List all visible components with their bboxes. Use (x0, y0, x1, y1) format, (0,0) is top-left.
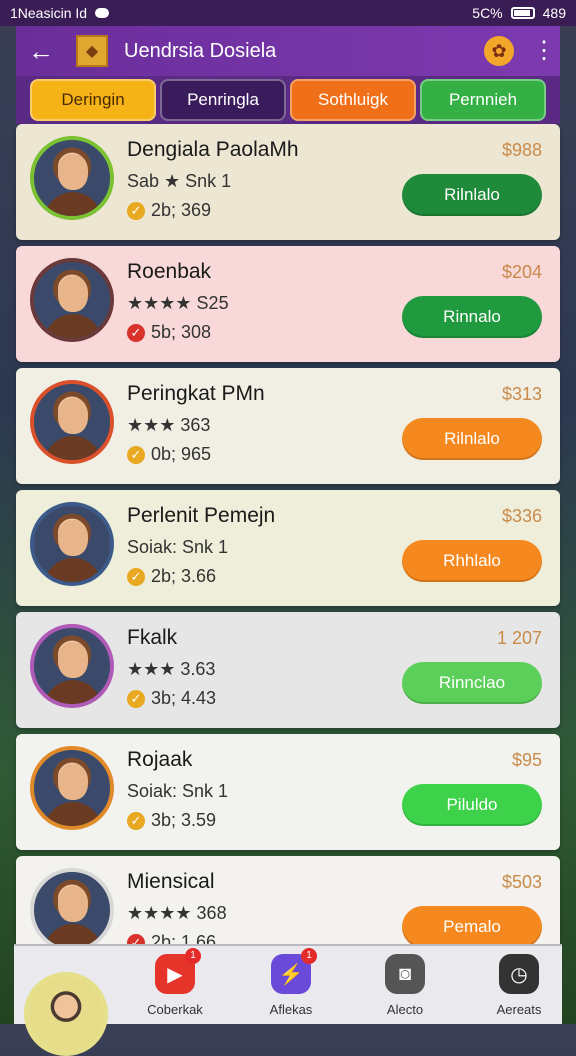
player-action-button[interactable]: Rinnclao (402, 662, 542, 704)
check-icon: ✓ (127, 446, 145, 465)
player-name: Roenbak (127, 260, 212, 283)
status-time: 489 (542, 5, 566, 21)
app-logo-icon: ◆ (76, 35, 108, 67)
nav-label: Aflekas (269, 1002, 313, 1017)
player-card[interactable]: Roenbak ★★★★ S25 ✓ 5b; 308 $204 Rinnalo (16, 246, 560, 362)
player-avatar (30, 746, 114, 830)
player-card[interactable]: Fkalk ★★★ 3.63 ✓ 3b; 4.43 1 207 Rinnclao (16, 612, 560, 728)
player-name: Miensical (127, 870, 215, 893)
player-rating: ★★★ 3.63 (127, 659, 216, 679)
player-avatar (30, 136, 114, 220)
more-vertical-icon[interactable]: ⋮ (532, 39, 556, 63)
player-name: Peringkat PMn (127, 382, 265, 405)
player-stat: ✓ 0b; 965 (127, 444, 211, 465)
player-stat-value: 0b; 965 (151, 444, 212, 464)
player-card[interactable]: Peringkat PMn ★★★ 363 ✓ 0b; 965 $313 Riln… (16, 368, 560, 484)
player-name: Fkalk (127, 626, 178, 649)
player-rating: Soiak: Snk 1 (127, 781, 229, 801)
nav-item-1[interactable]: ⚡ 1 Aflekas (248, 948, 334, 1017)
play-icon: ▶ 1 (155, 948, 201, 994)
nav-item-3[interactable]: ◷ Aereats (476, 954, 562, 1017)
profile-avatar[interactable] (24, 972, 108, 1056)
player-price: 1 207 (496, 628, 542, 648)
player-stat-value: 3b; 3.59 (151, 810, 217, 830)
nav-badge: 1 (185, 948, 201, 964)
back-arrow-icon[interactable]: ← (28, 36, 58, 67)
tab-0[interactable]: Deringin (30, 79, 156, 121)
player-stat: ✓ 3b; 4.43 (127, 688, 216, 709)
check-icon: ✓ (127, 568, 145, 587)
player-card[interactable]: Rojaak Soiak: Snk 1 ✓ 3b; 3.59 $95 Piluld… (16, 734, 560, 850)
check-icon: ✓ (127, 812, 145, 831)
notification-icon (95, 8, 110, 18)
page-title: Uendrsia Dosiela (124, 39, 277, 62)
app-bar: ← ◆ Uendrsia Dosiela ✿ ⋮ (16, 26, 560, 76)
player-price: $204 (501, 262, 542, 282)
player-stat-value: 3b; 4.43 (151, 688, 217, 708)
player-card[interactable]: Perlenit Pemejn Soiak: Snk 1 ✓ 2b; 3.66 $… (16, 490, 560, 606)
clock-icon: ◷ (499, 954, 539, 994)
player-list: Dengiala PaolaMh Sab ★ Snk 1 ✓ 2b; 369 $9… (16, 124, 560, 978)
player-rating: Sab ★ Snk 1 (127, 171, 232, 191)
player-stat-value: 2b; 369 (151, 200, 212, 220)
status-bar: 1Neasicin Id 5C% 489 (0, 0, 576, 26)
player-action-button[interactable]: Piluldo (402, 784, 542, 826)
status-text: 1Neasicin Id (10, 5, 88, 21)
player-rating: Soiak: Snk 1 (127, 537, 229, 557)
player-stat: ✓ 5b; 308 (127, 322, 211, 343)
lightning-icon: ⚡ 1 (271, 948, 317, 994)
trophy-icon[interactable]: ✿ (484, 36, 514, 66)
bottom-nav: ▶ 1 Coberkak ⚡ 1 Aflekas ◙ Alecto ◷ Aereat… (14, 944, 562, 1056)
player-rating: ★★★★ S25 (127, 293, 229, 313)
nav-label: Coberkak (147, 1002, 203, 1017)
player-stat-value: 5b; 308 (151, 322, 212, 342)
player-price: $988 (501, 140, 542, 160)
battery-icon (510, 7, 535, 19)
nav-label: Alecto (386, 1002, 424, 1017)
player-avatar (30, 868, 114, 952)
player-action-button[interactable]: Rilnlalo (402, 418, 542, 460)
player-avatar (30, 258, 114, 342)
player-rating: ★★★★ 368 (127, 903, 227, 923)
tab-1[interactable]: Penringla (160, 79, 286, 121)
player-action-button[interactable]: Rinnalo (402, 296, 542, 338)
tab-2[interactable]: Sothluigk (290, 79, 416, 121)
player-avatar (30, 502, 114, 586)
player-name: Dengiala PaolaMh (127, 138, 299, 161)
player-stat: ✓ 3b; 3.59 (127, 810, 216, 831)
player-action-button[interactable]: Rilnlalo (402, 174, 542, 216)
player-price: $95 (511, 750, 542, 770)
nav-item-0[interactable]: ▶ 1 Coberkak (132, 948, 218, 1017)
player-card[interactable]: Dengiala PaolaMh Sab ★ Snk 1 ✓ 2b; 369 $9… (16, 124, 560, 240)
player-avatar (30, 380, 114, 464)
tab-bar: Deringin Penringla Sothluigk Pernnieh (16, 76, 560, 124)
player-action-button[interactable]: Pemalo (402, 906, 542, 948)
player-stat: ✓ 2b; 369 (127, 200, 211, 221)
camera-icon: ◙ (385, 954, 425, 994)
player-avatar (30, 624, 114, 708)
nav-label: Aereats (496, 1002, 542, 1017)
player-price: $336 (501, 506, 542, 526)
player-price: $313 (501, 384, 542, 404)
check-icon: ✓ (127, 324, 145, 343)
nav-item-2[interactable]: ◙ Alecto (362, 954, 448, 1017)
player-action-button[interactable]: Rhhlalo (402, 540, 542, 582)
check-icon: ✓ (127, 202, 145, 221)
player-stat: ✓ 2b; 3.66 (127, 566, 216, 587)
nav-badge: 1 (301, 948, 317, 964)
player-name: Perlenit Pemejn (127, 504, 276, 527)
check-icon: ✓ (127, 690, 145, 709)
tab-3[interactable]: Pernnieh (420, 79, 546, 121)
player-rating: ★★★ 363 (127, 415, 211, 435)
battery-percent: 5C% (472, 5, 503, 21)
player-name: Rojaak (127, 748, 193, 771)
player-price: $503 (501, 872, 542, 892)
player-stat-value: 2b; 3.66 (151, 566, 217, 586)
